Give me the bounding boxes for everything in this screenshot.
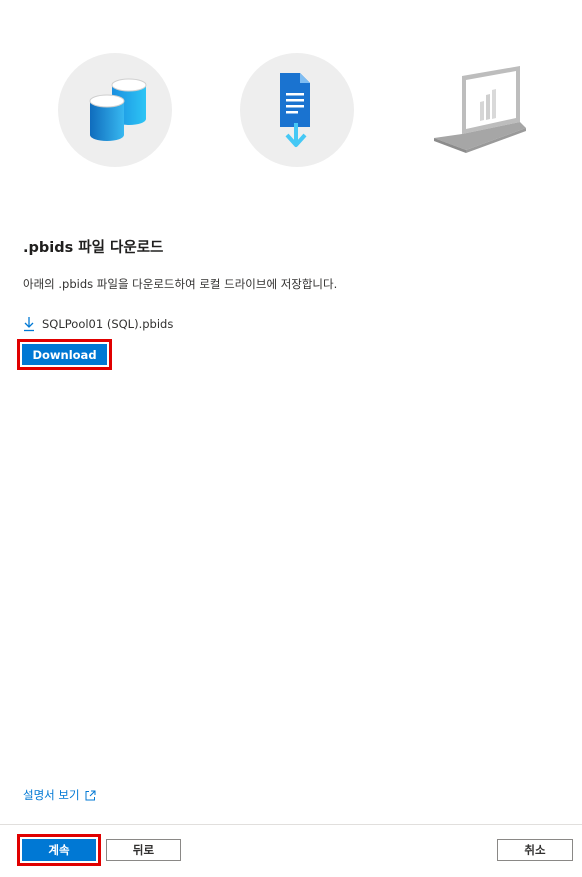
database-illustration (58, 53, 172, 167)
download-button[interactable]: Download (22, 344, 107, 365)
file-name: SQLPool01 (SQL).pbids (42, 317, 174, 331)
section-description: 아래의 .pbids 파일을 다운로드하여 로컬 드라이브에 저장합니다. (23, 277, 338, 291)
file-download-icon (280, 73, 310, 147)
back-button[interactable]: 뒤로 (106, 839, 181, 861)
view-docs-link[interactable]: 설명서 보기 (23, 787, 96, 803)
download-arrow-icon (24, 317, 34, 332)
view-docs-label: 설명서 보기 (23, 788, 80, 802)
cancel-button[interactable]: 취소 (497, 839, 573, 861)
external-link-icon (85, 790, 96, 800)
laptop-icon (434, 66, 526, 153)
continue-button[interactable]: 계속 (22, 839, 96, 861)
file-download-illustration (240, 53, 354, 167)
file-row: SQLPool01 (SQL).pbids (23, 314, 173, 334)
section-title: .pbids 파일 다운로드 (23, 240, 164, 256)
footer-divider (0, 824, 582, 825)
database-icon (89, 78, 147, 141)
